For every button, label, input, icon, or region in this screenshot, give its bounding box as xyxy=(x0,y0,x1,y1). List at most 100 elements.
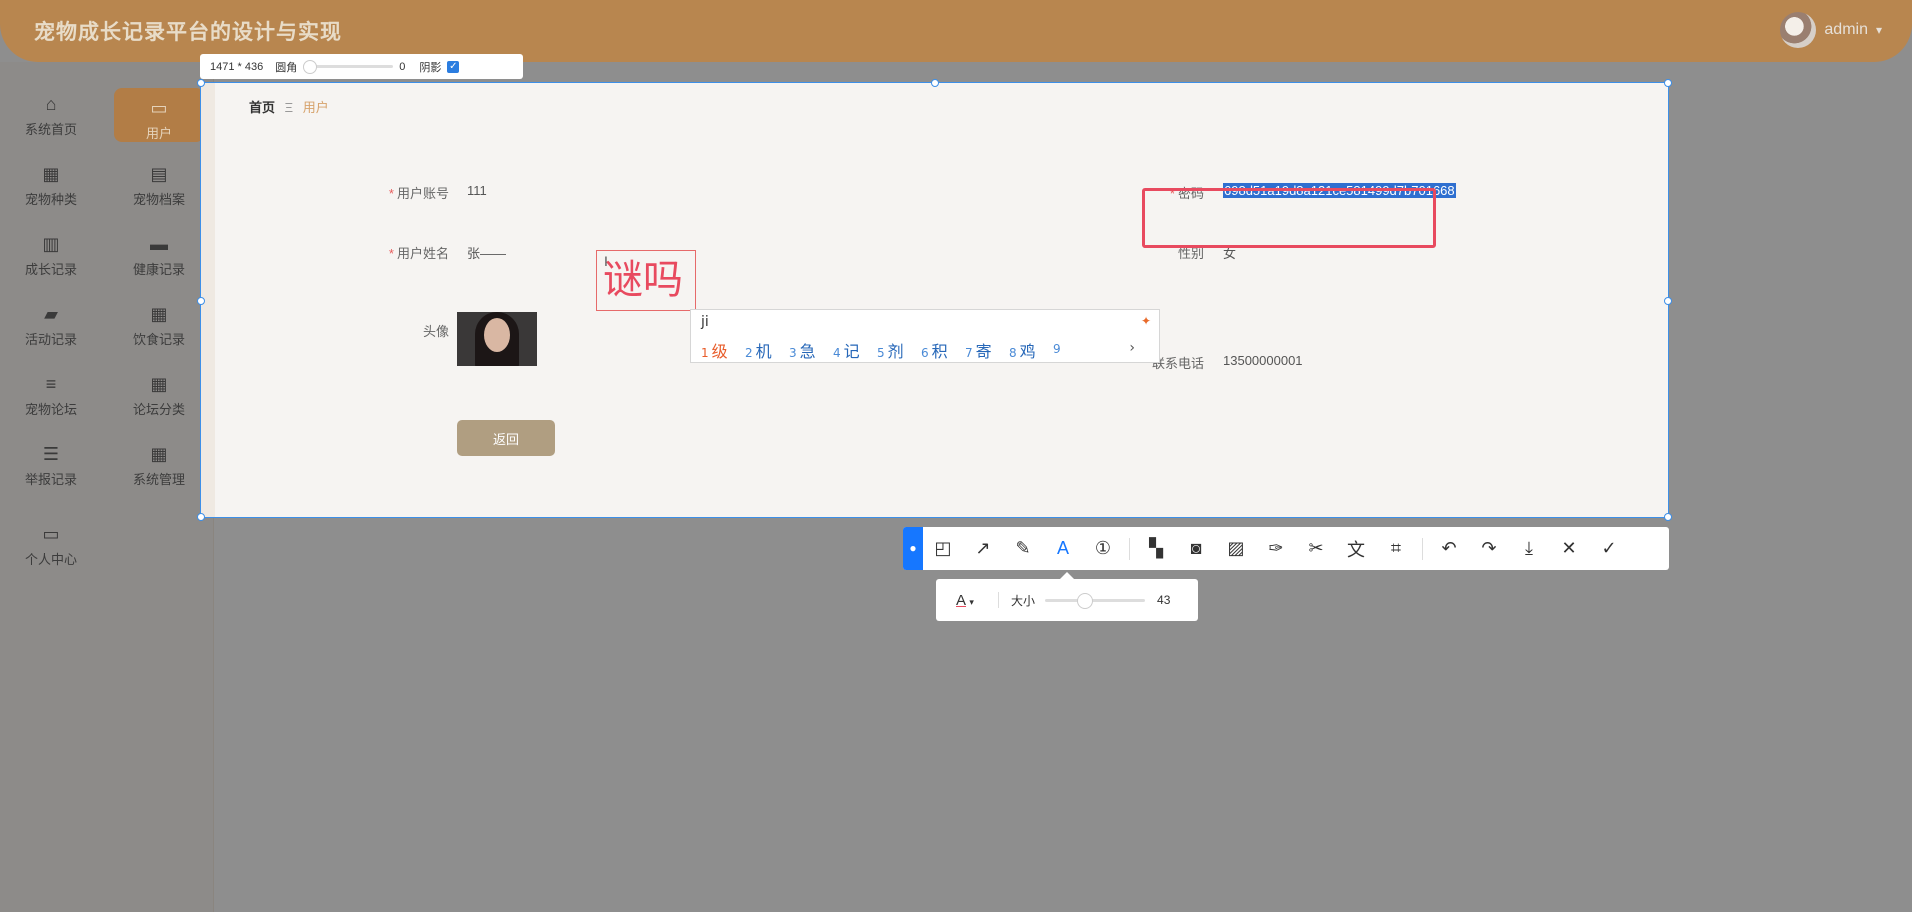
chevron-down-icon[interactable]: ▾ xyxy=(1876,23,1882,37)
font-size-slider[interactable] xyxy=(1045,592,1146,609)
top-bar: 宠物成长记录平台的设计与实现 admin ▾ xyxy=(0,0,1912,62)
arrow-tool-icon[interactable]: ↗ xyxy=(963,527,1003,570)
avatar[interactable] xyxy=(1780,12,1817,48)
annotation-rectangle[interactable] xyxy=(1142,188,1436,248)
sliders-icon: ≡ xyxy=(45,374,57,394)
sidebar-item-label: 成长记录 xyxy=(24,262,77,277)
ime-input: ji xyxy=(701,314,709,330)
mosaic-tool-icon[interactable]: ▚ xyxy=(1136,527,1176,570)
sidebar-item-5[interactable]: ▬ 健康记录 xyxy=(114,232,204,292)
options-pointer xyxy=(1060,572,1074,579)
breadcrumb-home[interactable]: 首页 xyxy=(249,100,275,115)
ime-candidate[interactable]: 2机 xyxy=(745,338,789,362)
translate-tool-icon[interactable]: 文 xyxy=(1336,527,1376,570)
radius-value: 0 xyxy=(399,60,406,73)
radius-slider[interactable] xyxy=(303,60,394,74)
sidebar-item-label: 论坛分类 xyxy=(132,402,185,417)
ime-logo-icon: ✦ xyxy=(1140,314,1151,328)
resize-handle-bl[interactable] xyxy=(197,513,205,521)
resize-handle-t[interactable] xyxy=(931,79,939,87)
wallet-icon: ▭ xyxy=(42,524,60,544)
resize-handle-br[interactable] xyxy=(1664,513,1672,521)
resize-handle-tl[interactable] xyxy=(197,79,205,87)
blur-tool-icon[interactable]: ◙ xyxy=(1176,527,1216,570)
font-size-slider-knob[interactable] xyxy=(1077,592,1094,609)
sidebar-item-11[interactable]: ▦ 系统管理 xyxy=(114,442,204,502)
sidebar-item-12[interactable]: ▭ 个人中心 xyxy=(6,522,96,582)
back-button[interactable]: 返回 xyxy=(457,420,555,456)
name-label: * 用户姓名 xyxy=(388,246,449,261)
sidebar-item-0[interactable]: ⌂ 系统首页 xyxy=(6,92,96,152)
resize-handle-l[interactable] xyxy=(197,297,205,305)
sidebar-item-1[interactable]: ▭ 用户 xyxy=(114,88,204,142)
phone-value: 13500000001 xyxy=(1223,353,1303,368)
sidebar-item-label: 活动记录 xyxy=(24,332,77,347)
breadcrumb: 首页 Ξ 用户 xyxy=(249,97,329,116)
account-value: 111 xyxy=(467,183,487,198)
sidebar-item-7[interactable]: ▦ 饮食记录 xyxy=(114,302,204,362)
ime-next-icon[interactable]: › xyxy=(1129,340,1135,356)
sidebar-item-label: 饮食记录 xyxy=(132,332,185,347)
resize-handle-r[interactable] xyxy=(1664,297,1672,305)
close-icon[interactable]: ✕ xyxy=(1549,527,1589,570)
sidebar-item-label: 系统管理 xyxy=(132,472,185,487)
undo-icon[interactable]: ↶ xyxy=(1429,527,1469,570)
hatch-tool-icon[interactable]: ▨ xyxy=(1216,527,1256,570)
sidebar-item-6[interactable]: ▰ 活动记录 xyxy=(6,302,96,362)
apps-icon: ▦ xyxy=(150,304,168,324)
sidebar: ⌂ 系统首页 ▭ 用户 ▦ 宠物种类 ▤ 宠物档案 ▥ 成长记录 ▬ 健康记录 ▰ 活动记录 ▦ 饮食记录 ≡ 宠… xyxy=(0,62,214,912)
radius-label: 圆角 xyxy=(275,61,298,74)
sidebar-item-2[interactable]: ▦ 宠物种类 xyxy=(6,162,96,222)
ime-candidate-popup[interactable]: ji ✦ 1级2机3急4记5剂6积7寄8鸡9 › xyxy=(690,309,1160,363)
text-tool-icon[interactable]: A xyxy=(1043,527,1083,570)
ime-candidate[interactable]: 4记 xyxy=(833,338,877,362)
cut-tool-icon[interactable]: ✂ xyxy=(1296,527,1336,570)
sidebar-item-3[interactable]: ▤ 宠物档案 xyxy=(114,162,204,222)
ime-candidate[interactable]: 3急 xyxy=(789,338,833,362)
shadow-checkbox[interactable]: ✓ xyxy=(447,60,460,73)
sidebar-item-4[interactable]: ▥ 成长记录 xyxy=(6,232,96,292)
toolbar-pin-icon[interactable]: ● xyxy=(903,527,923,570)
ime-candidate[interactable]: 5剂 xyxy=(877,338,921,362)
ocr-tool-icon[interactable]: ⌗ xyxy=(1376,527,1416,570)
sidebar-item-8[interactable]: ≡ 宠物论坛 xyxy=(6,372,96,432)
confirm-icon[interactable]: ✓ xyxy=(1589,527,1629,570)
ime-candidate[interactable]: 9 xyxy=(1053,338,1097,362)
divider xyxy=(998,592,999,608)
user-menu[interactable]: admin ▾ xyxy=(1780,12,1882,48)
app-title: 宠物成长记录平台的设计与实现 xyxy=(34,21,342,44)
ime-candidate[interactable]: 1级 xyxy=(701,338,745,362)
redo-icon[interactable]: ↷ xyxy=(1469,527,1509,570)
pin-tool-icon[interactable]: ✑ xyxy=(1256,527,1296,570)
shape-tool-icon[interactable]: ◰ xyxy=(923,527,963,570)
sidebar-item-label: 个人中心 xyxy=(24,552,77,567)
account-label: * 用户账号 xyxy=(388,186,449,201)
font-color-picker[interactable]: A ▾ xyxy=(956,592,986,609)
toolbar-divider xyxy=(1129,537,1130,560)
number-tool-icon[interactable]: ① xyxy=(1083,527,1123,570)
shadow-label: 阴影 xyxy=(419,61,442,74)
ime-candidate[interactable]: 8鸡 xyxy=(1009,338,1053,362)
text-cursor-icon: I xyxy=(604,253,608,269)
sidebar-item-10[interactable]: ☰ 举报记录 xyxy=(6,442,96,502)
apps-icon: ▦ xyxy=(150,444,168,464)
ime-candidate[interactable]: 6积 xyxy=(921,338,965,362)
sidebar-item-9[interactable]: ▦ 论坛分类 xyxy=(114,372,204,432)
capture-selection[interactable]: 首页 Ξ 用户 * 用户账号 111 * 用户姓名 张—— 头像 * 密码 698d5… xyxy=(197,79,1672,521)
name-value: 张—— xyxy=(467,246,507,261)
chat-icon: ▤ xyxy=(150,164,168,184)
ime-candidate[interactable]: 7寄 xyxy=(965,338,1009,362)
sidebar-item-label: 举报记录 xyxy=(24,472,77,487)
radius-slider-knob[interactable] xyxy=(303,60,318,74)
breadcrumb-separator: Ξ xyxy=(284,100,294,115)
home-icon: ⌂ xyxy=(45,94,57,114)
sidebar-item-label: 系统首页 xyxy=(24,122,77,137)
grid-icon: ▦ xyxy=(42,164,60,184)
sidebar-item-label: 用户 xyxy=(145,126,172,141)
font-size-label: 大小 xyxy=(1011,593,1036,608)
pen-tool-icon[interactable]: ✎ xyxy=(1003,527,1043,570)
resize-handle-tr[interactable] xyxy=(1664,79,1672,87)
annotation-text-box[interactable]: 谜吗 xyxy=(596,250,696,311)
download-icon[interactable]: ⤓ xyxy=(1509,527,1549,570)
username[interactable]: admin xyxy=(1824,21,1868,39)
